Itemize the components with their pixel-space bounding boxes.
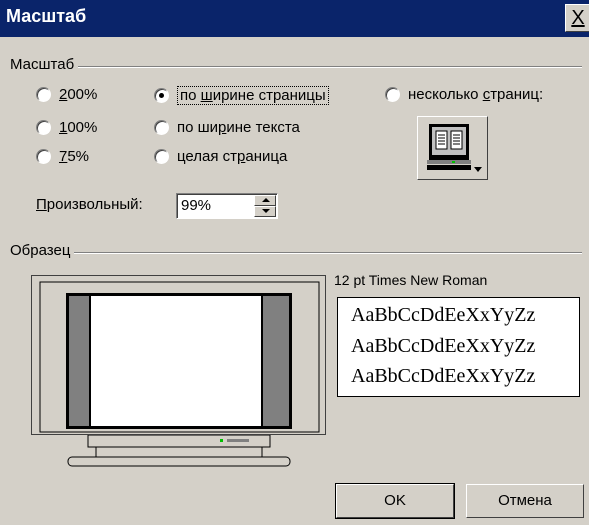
radio-whole-page-label: целая страница	[177, 148, 288, 165]
custom-zoom-spinner[interactable]: 99%	[176, 193, 278, 219]
radio-100-label: 100%	[59, 119, 98, 136]
radio-text-width[interactable]: по ширине текста	[154, 119, 300, 136]
sample-font-label: 12 pt Times New Roman	[334, 272, 488, 288]
sample-line: AaBbCcDdEeXxYyZz	[351, 304, 536, 326]
radio-page-width[interactable]: по ширине страницы	[154, 86, 329, 105]
radio-button-75[interactable]	[36, 149, 51, 164]
title-bar: Масштаб X	[0, 0, 589, 37]
radio-page-width-label: по ширине страницы	[177, 86, 329, 105]
many-pages-button[interactable]	[417, 116, 488, 180]
monitor-base-illustration	[67, 435, 291, 467]
preview-group-title: Образец	[10, 242, 75, 259]
preview-group-line	[10, 252, 582, 254]
spin-up-button[interactable]	[254, 195, 276, 206]
ok-button[interactable]: OK	[335, 483, 455, 519]
monitor-preview	[31, 275, 326, 435]
radio-text-width-label: по ширине текста	[177, 119, 300, 136]
radio-button-200[interactable]	[36, 87, 51, 102]
radio-button-page-width[interactable]	[154, 88, 169, 103]
sample-line: AaBbCcDdEeXxYyZz	[351, 365, 536, 387]
sample-line: AaBbCcDdEeXxYyZz	[351, 335, 536, 357]
custom-zoom-label: Произвольный:	[36, 196, 143, 213]
radio-button-100[interactable]	[36, 120, 51, 135]
zoom-group-title: Масштаб	[10, 56, 79, 73]
radio-many-pages[interactable]: несколько страниц:	[385, 86, 543, 103]
radio-75[interactable]: 75%	[36, 148, 89, 165]
radio-button-text-width[interactable]	[154, 120, 169, 135]
monitor-pages-icon	[427, 124, 482, 172]
radio-whole-page[interactable]: целая страница	[154, 148, 287, 165]
dialog-title: Масштаб	[6, 6, 87, 26]
text-sample-box: AaBbCcDdEeXxYyZz AaBbCcDdEeXxYyZz AaBbCc…	[337, 297, 580, 397]
radio-200[interactable]: 200%	[36, 86, 97, 103]
radio-many-pages-label: несколько страниц:	[408, 86, 544, 103]
spin-down-button[interactable]	[254, 206, 276, 217]
radio-button-whole-page[interactable]	[154, 149, 169, 164]
zoom-group-line	[10, 66, 582, 68]
close-button[interactable]: X	[565, 4, 589, 32]
radio-75-label: 75%	[59, 148, 90, 165]
cancel-button[interactable]: Отмена	[466, 484, 584, 518]
radio-200-label: 200%	[59, 86, 98, 103]
radio-100[interactable]: 100%	[36, 119, 97, 136]
custom-zoom-value[interactable]: 99%	[181, 197, 211, 214]
zoom-dialog: Масштаб X Масштаб 200% 100% 75% по ширин…	[0, 0, 589, 525]
monitor-illustration	[39, 281, 320, 433]
radio-button-many-pages[interactable]	[385, 87, 400, 102]
